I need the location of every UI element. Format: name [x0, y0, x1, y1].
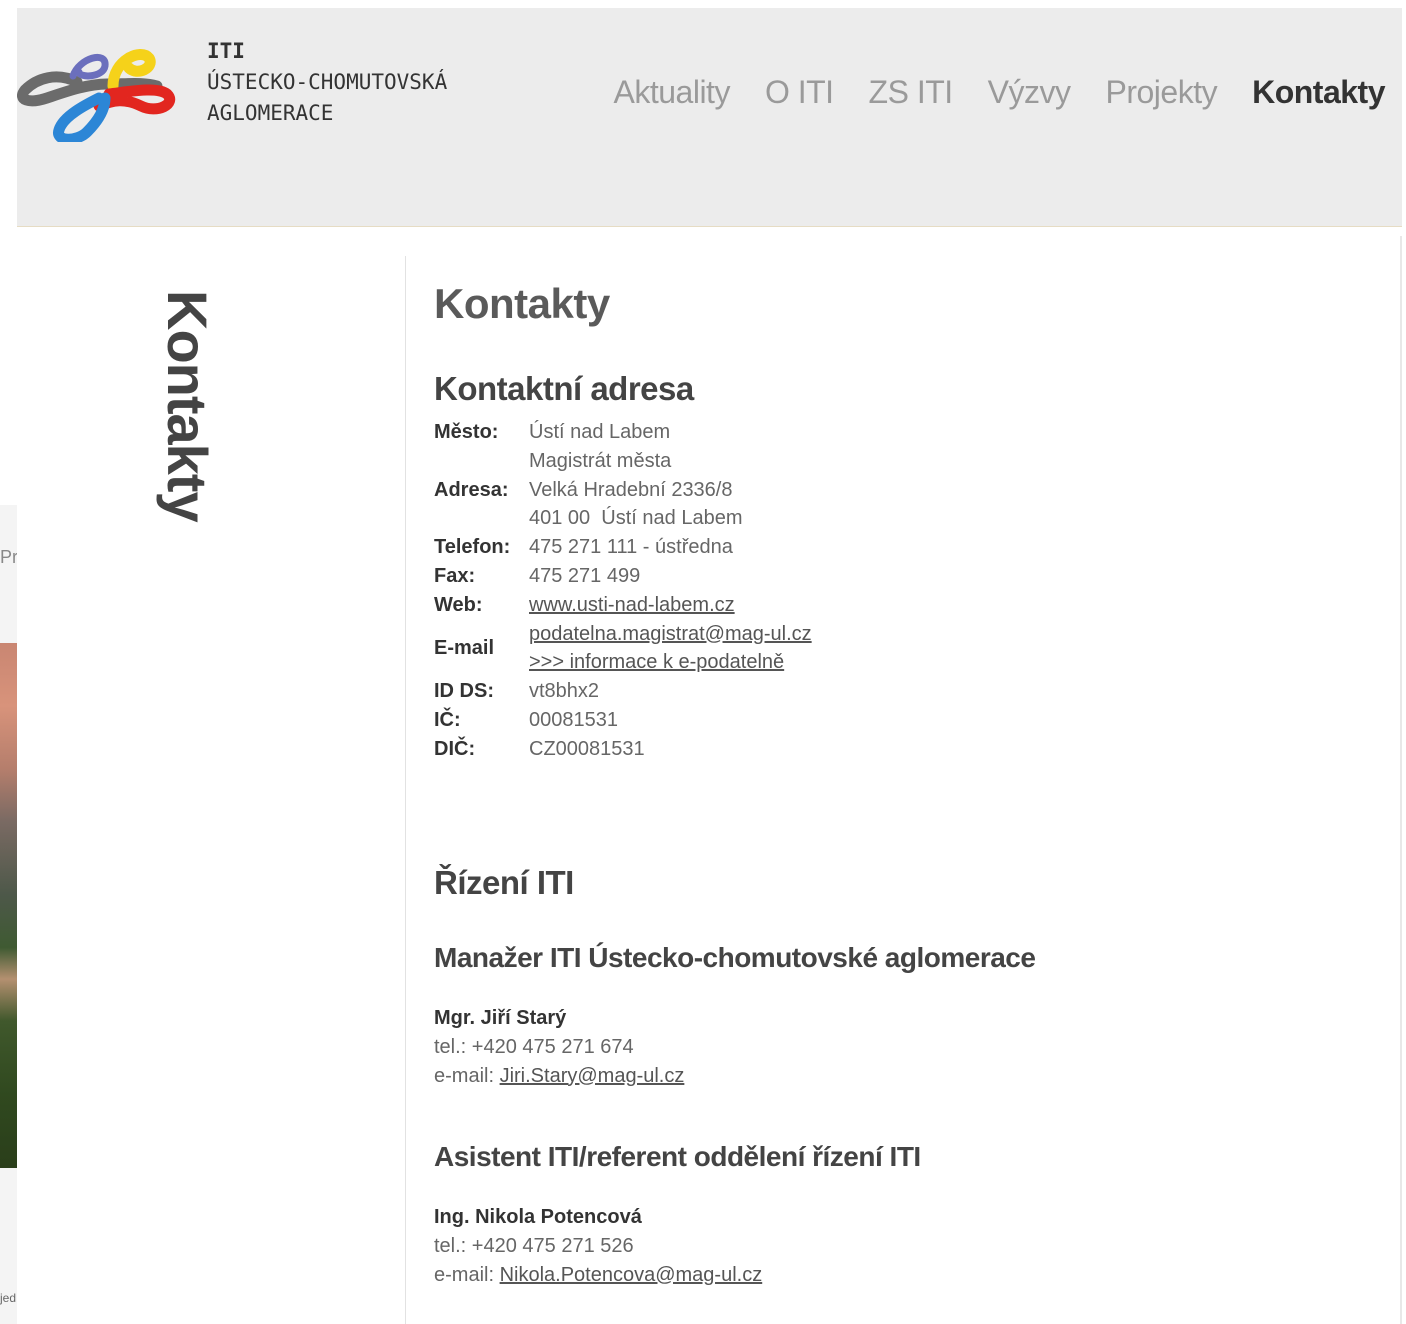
manager-email-link[interactable]: Jiri.Stary@mag-ul.cz: [500, 1065, 685, 1087]
row-telefon: Telefon: 475 271 111 - ústředna: [434, 533, 812, 562]
assistant-email-prefix: e-mail:: [434, 1263, 500, 1286]
value-adresa: Velká Hradební 2336/8: [529, 478, 733, 501]
label-idds: ID DS:: [434, 680, 494, 703]
background-footer-fragment: jed: [0, 1291, 17, 1305]
row-fax: Fax: 475 271 499: [434, 562, 812, 591]
main-nav: Aktuality O ITI ZS ITI Výzvy Projekty Ko…: [579, 74, 1386, 111]
column-divider: [405, 256, 406, 1324]
row-ic: IČ: 00081531: [434, 706, 812, 735]
value-telefon: 475 271 111 - ústředna: [529, 536, 733, 559]
nav-aktuality[interactable]: Aktuality: [614, 74, 731, 111]
logo-line-region: ÚSTECKO-CHOMUTOVSKÁ: [207, 70, 448, 94]
row-idds: ID DS: vt8bhx2: [434, 677, 812, 706]
manager-role-heading: Manažer ITI Ústecko-chomutovské aglomera…: [434, 941, 1036, 973]
content-right-border: [1400, 236, 1402, 1324]
row-web: Web: www.usti-nad-labem.cz: [434, 591, 812, 620]
manager-name: Mgr. Jiří Starý: [434, 1006, 567, 1029]
browser-window: ITI ÚSTECKO-CHOMUTOVSKÁ AGLOMERACE Aktua…: [17, 8, 1402, 1324]
value-mesto: Ústí nad Labem: [529, 421, 671, 443]
sidebar: Kontakty: [152, 290, 222, 550]
background-text-fragment: Pr: [0, 547, 17, 567]
row-email: E-mail podatelna.magistrat@mag-ul.cz >>>…: [434, 620, 812, 678]
assistant-card: Ing. Nikola Potencová tel.: +420 475 271…: [434, 1203, 1334, 1290]
logo-line-aglomerace: AGLOMERACE: [207, 101, 334, 125]
contact-table: Město: Ústí nad Labem Magistrát města Ad…: [434, 418, 812, 764]
nav-vyzvy[interactable]: Výzvy: [988, 74, 1071, 111]
manager-tel: tel.: +420 475 271 674: [434, 1035, 634, 1058]
nav-zs-iti[interactable]: ZS ITI: [869, 74, 954, 111]
row-mesto-2: Magistrát města: [434, 447, 812, 476]
label-email: E-mail: [434, 636, 495, 659]
site-header: ITI ÚSTECKO-CHOMUTOVSKÁ AGLOMERACE Aktua…: [17, 8, 1402, 227]
nav-projekty[interactable]: Projekty: [1106, 74, 1218, 111]
value-psc: 401 00 Ústí nad Labem: [529, 507, 743, 530]
assistant-name: Ing. Nikola Potencová: [434, 1205, 642, 1228]
value-idds: vt8bhx2: [529, 680, 600, 703]
label-dic: DIČ:: [434, 737, 476, 760]
label-ic: IČ:: [434, 708, 461, 731]
logo-line-iti: ITI: [207, 39, 245, 63]
manager-card: Mgr. Jiří Starý tel.: +420 475 271 674 e…: [434, 1004, 1334, 1091]
assistant-email-line: e-mail: Nikola.Potencova@mag-ul.cz: [434, 1261, 1334, 1290]
assistant-email-link[interactable]: Nikola.Potencova@mag-ul.cz: [500, 1264, 763, 1286]
assistant-role-heading: Asistent ITI/referent oddělení řízení IT…: [434, 1140, 921, 1172]
row-mesto: Město: Ústí nad Labem: [434, 418, 812, 447]
value-ic: 00081531: [529, 708, 618, 731]
email-podatelna-link[interactable]: podatelna.magistrat@mag-ul.cz: [529, 623, 812, 645]
background-page: Pr jed: [0, 505, 17, 1324]
web-link[interactable]: www.usti-nad-labem.cz: [529, 594, 735, 616]
value-fax: 475 271 499: [529, 564, 641, 587]
nav-o-iti[interactable]: O ITI: [765, 74, 834, 111]
row-adresa: Adresa: Velká Hradební 2336/8: [434, 476, 812, 505]
background-photo: [0, 643, 17, 1168]
label-mesto: Město:: [434, 421, 499, 443]
assistant-tel: tel.: +420 475 271 526: [434, 1234, 634, 1257]
management-heading: Řízení ITI: [434, 863, 574, 901]
label-fax: Fax:: [434, 564, 476, 587]
vertical-page-title: Kontakty: [156, 290, 219, 522]
row-adresa-2: 401 00 Ústí nad Labem: [434, 504, 812, 533]
label-telefon: Telefon:: [434, 536, 511, 559]
nav-kontakty[interactable]: Kontakty: [1252, 74, 1385, 111]
main-content: Kontakty Kontaktní adresa Město: Ústí na…: [434, 280, 1334, 1290]
row-dic: DIČ: CZ00081531: [434, 735, 812, 764]
e-podatelna-info-link[interactable]: >>> informace k e-podatelně: [529, 651, 784, 673]
iti-logo-icon[interactable]: [17, 42, 185, 142]
value-dic: CZ00081531: [529, 737, 645, 760]
label-adresa: Adresa:: [434, 478, 509, 501]
address-heading: Kontaktní adresa: [434, 370, 694, 407]
page-title: Kontakty: [434, 280, 610, 327]
manager-email-line: e-mail: Jiri.Stary@mag-ul.cz: [434, 1062, 1334, 1091]
label-web: Web:: [434, 593, 483, 616]
value-magistrat: Magistrát města: [529, 449, 672, 472]
logo-text[interactable]: ITI ÚSTECKO-CHOMUTOVSKÁ AGLOMERACE: [207, 36, 447, 129]
manager-email-prefix: e-mail:: [434, 1064, 500, 1087]
